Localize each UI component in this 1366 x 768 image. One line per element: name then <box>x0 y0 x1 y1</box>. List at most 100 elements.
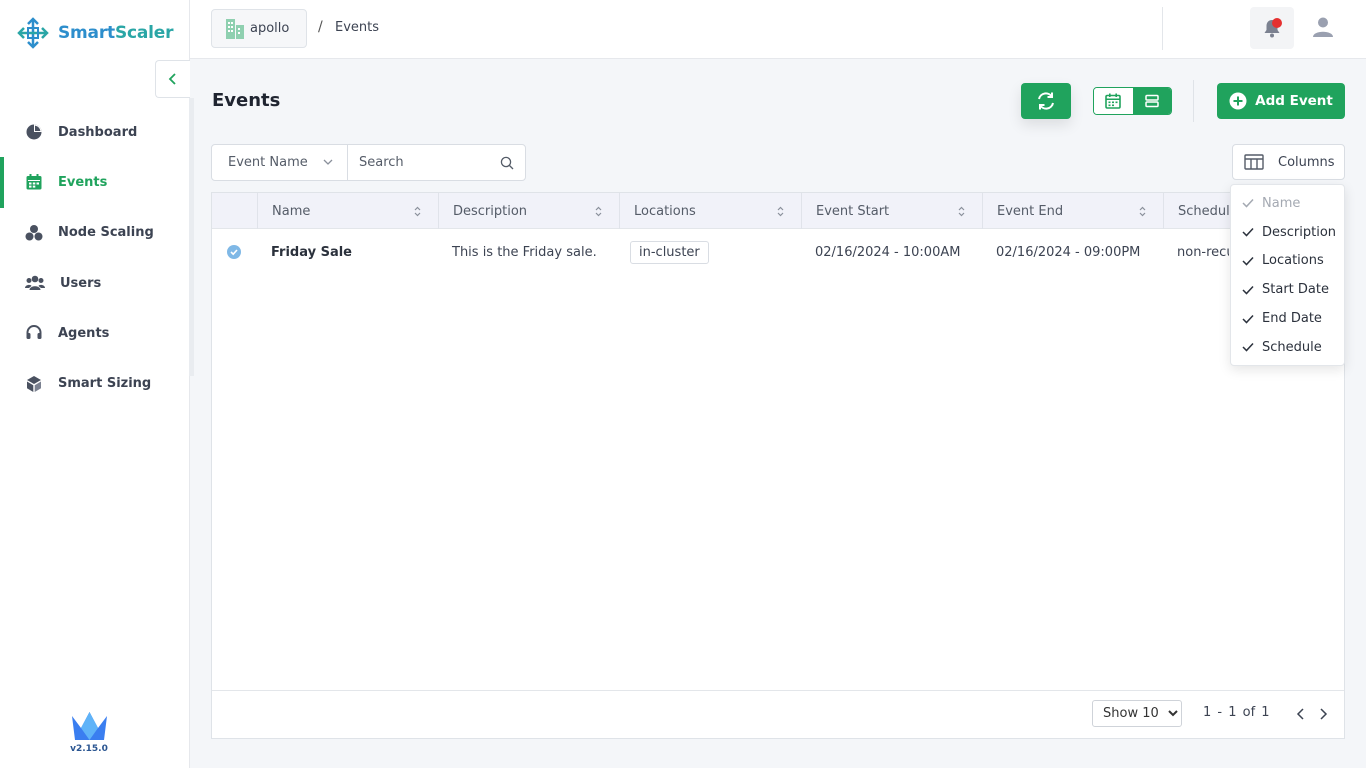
columns-menu-item-schedule[interactable]: Schedule <box>1231 333 1344 362</box>
page-title: Events <box>212 90 281 111</box>
sidebar-item-smart-sizing[interactable]: Smart Sizing <box>0 358 189 408</box>
next-page-button[interactable] <box>1318 707 1328 721</box>
table-header: Name Description Locations Event Start E… <box>212 193 1344 229</box>
sidebar-item-label: Smart Sizing <box>58 376 152 392</box>
notifications-button[interactable] <box>1250 7 1294 49</box>
sidebar-item-dashboard[interactable]: Dashboard <box>0 107 189 157</box>
sidebar-item-label: Agents <box>58 325 110 341</box>
select-column-header <box>212 193 258 229</box>
headset-icon <box>25 324 43 342</box>
check-icon <box>1242 227 1254 237</box>
smartscaler-logo-icon <box>16 16 50 50</box>
column-header-label: Event Start <box>816 203 890 219</box>
sidebar-item-label: Node Scaling <box>58 225 154 241</box>
columns-menu-item-locations[interactable]: Locations <box>1231 247 1344 276</box>
column-header-name[interactable]: Name <box>257 193 438 229</box>
column-header-locations[interactable]: Locations <box>619 193 801 229</box>
chevron-right-icon <box>1318 707 1328 721</box>
users-icon <box>25 274 45 292</box>
previous-page-button[interactable] <box>1296 707 1306 721</box>
calendar-icon <box>1105 93 1122 109</box>
nodes-icon <box>25 224 43 242</box>
columns-button[interactable]: Columns <box>1232 144 1345 180</box>
crown-logo-icon <box>72 712 107 740</box>
plus-circle-icon <box>1229 92 1247 110</box>
columns-menu-label: Description <box>1262 224 1337 240</box>
columns-menu-item-name: Name <box>1231 189 1344 218</box>
table-columns-icon <box>1244 154 1264 170</box>
check-icon <box>1242 314 1254 324</box>
search-input[interactable] <box>359 155 489 170</box>
sort-icon <box>414 206 421 217</box>
notification-dot <box>1272 18 1282 28</box>
sidebar-item-label: Dashboard <box>58 124 138 140</box>
user-avatar[interactable] <box>1312 16 1334 38</box>
column-header-label: Description <box>453 203 528 219</box>
filter-field-select[interactable]: Event Name <box>212 145 348 180</box>
columns-menu-label: Schedule <box>1262 339 1322 355</box>
column-header-description[interactable]: Description <box>438 193 619 229</box>
sort-icon <box>595 206 602 217</box>
check-icon <box>1242 342 1254 352</box>
cell-locations: in-cluster <box>619 229 801 276</box>
columns-menu: Name Description Locations Start Date En… <box>1230 184 1345 366</box>
sidebar-item-users[interactable]: Users <box>0 258 189 308</box>
columns-menu-item-description[interactable]: Description <box>1231 218 1344 247</box>
breadcrumb-current: Events <box>335 20 380 35</box>
pagination-range: 1 - 1 of 1 <box>1203 705 1270 720</box>
collapse-sidebar-button[interactable] <box>155 60 190 98</box>
chevron-left-icon <box>1296 707 1306 721</box>
filter-field-label: Event Name <box>228 155 308 170</box>
events-table: Name Description Locations Event Start E… <box>211 192 1345 739</box>
top-header: apollo / Events <box>190 0 1366 59</box>
sidebar-item-label: Users <box>60 275 102 291</box>
columns-menu-item-end-date[interactable]: End Date <box>1231 304 1344 333</box>
cell-event-end: 02/16/2024 - 09:00PM <box>996 245 1141 260</box>
cell-schedule: non-recurring <box>1177 245 1229 260</box>
sidebar-item-agents[interactable]: Agents <box>0 308 189 358</box>
chevron-left-icon <box>167 72 179 86</box>
column-header-event-start[interactable]: Event Start <box>801 193 982 229</box>
list-view-button[interactable] <box>1132 88 1171 114</box>
search-box <box>348 145 525 180</box>
location-tag: in-cluster <box>630 241 709 264</box>
table-row[interactable]: Friday Sale This is the Friday sale. in-… <box>212 229 1344 276</box>
chevron-down-icon <box>323 159 333 166</box>
header-divider <box>1162 7 1163 50</box>
refresh-button[interactable] <box>1021 83 1071 119</box>
sort-icon <box>958 206 965 217</box>
brand-name: SmartScaler <box>58 23 174 43</box>
cluster-name: apollo <box>250 21 290 36</box>
toolbar-divider <box>1193 80 1194 122</box>
column-header-event-end[interactable]: Event End <box>982 193 1163 229</box>
pie-chart-icon <box>25 123 43 141</box>
breadcrumb-separator: / <box>318 19 323 35</box>
columns-menu-label: Name <box>1262 195 1301 211</box>
version-label: v2.15.0 <box>70 744 108 754</box>
columns-menu-label: Locations <box>1262 253 1324 269</box>
sidebar-item-label: Events <box>58 174 108 190</box>
sidebar-scrollbar[interactable] <box>189 98 194 376</box>
columns-label: Columns <box>1278 154 1335 170</box>
columns-menu-item-start-date[interactable]: Start Date <box>1231 275 1344 304</box>
cell-description: This is the Friday sale. <box>452 245 597 260</box>
column-header-label: Locations <box>634 203 696 219</box>
columns-menu-label: Start Date <box>1262 282 1329 298</box>
row-checked-icon[interactable] <box>227 245 241 259</box>
calendar-view-button[interactable] <box>1094 88 1133 114</box>
table-footer: Show 10 Show 25 Show 50 1 - 1 of 1 <box>212 690 1344 739</box>
sort-icon <box>1139 206 1146 217</box>
cell-event-start: 02/16/2024 - 10:00AM <box>815 245 961 260</box>
columns-menu-label: End Date <box>1262 311 1322 327</box>
sidebar-item-events[interactable]: Events <box>0 157 189 208</box>
sidebar: SmartScaler Dashboard Events Node Scalin… <box>0 0 190 768</box>
add-event-button[interactable]: Add Event <box>1217 83 1345 119</box>
page-size-select[interactable]: Show 10 Show 25 Show 50 <box>1092 700 1182 727</box>
cube-icon <box>25 375 43 393</box>
sidebar-item-node-scaling[interactable]: Node Scaling <box>0 208 189 258</box>
brand[interactable]: SmartScaler <box>16 16 173 50</box>
cluster-selector[interactable]: apollo <box>211 9 307 48</box>
check-icon <box>1242 285 1254 295</box>
sort-icon <box>777 206 784 217</box>
search-icon[interactable] <box>500 156 514 170</box>
